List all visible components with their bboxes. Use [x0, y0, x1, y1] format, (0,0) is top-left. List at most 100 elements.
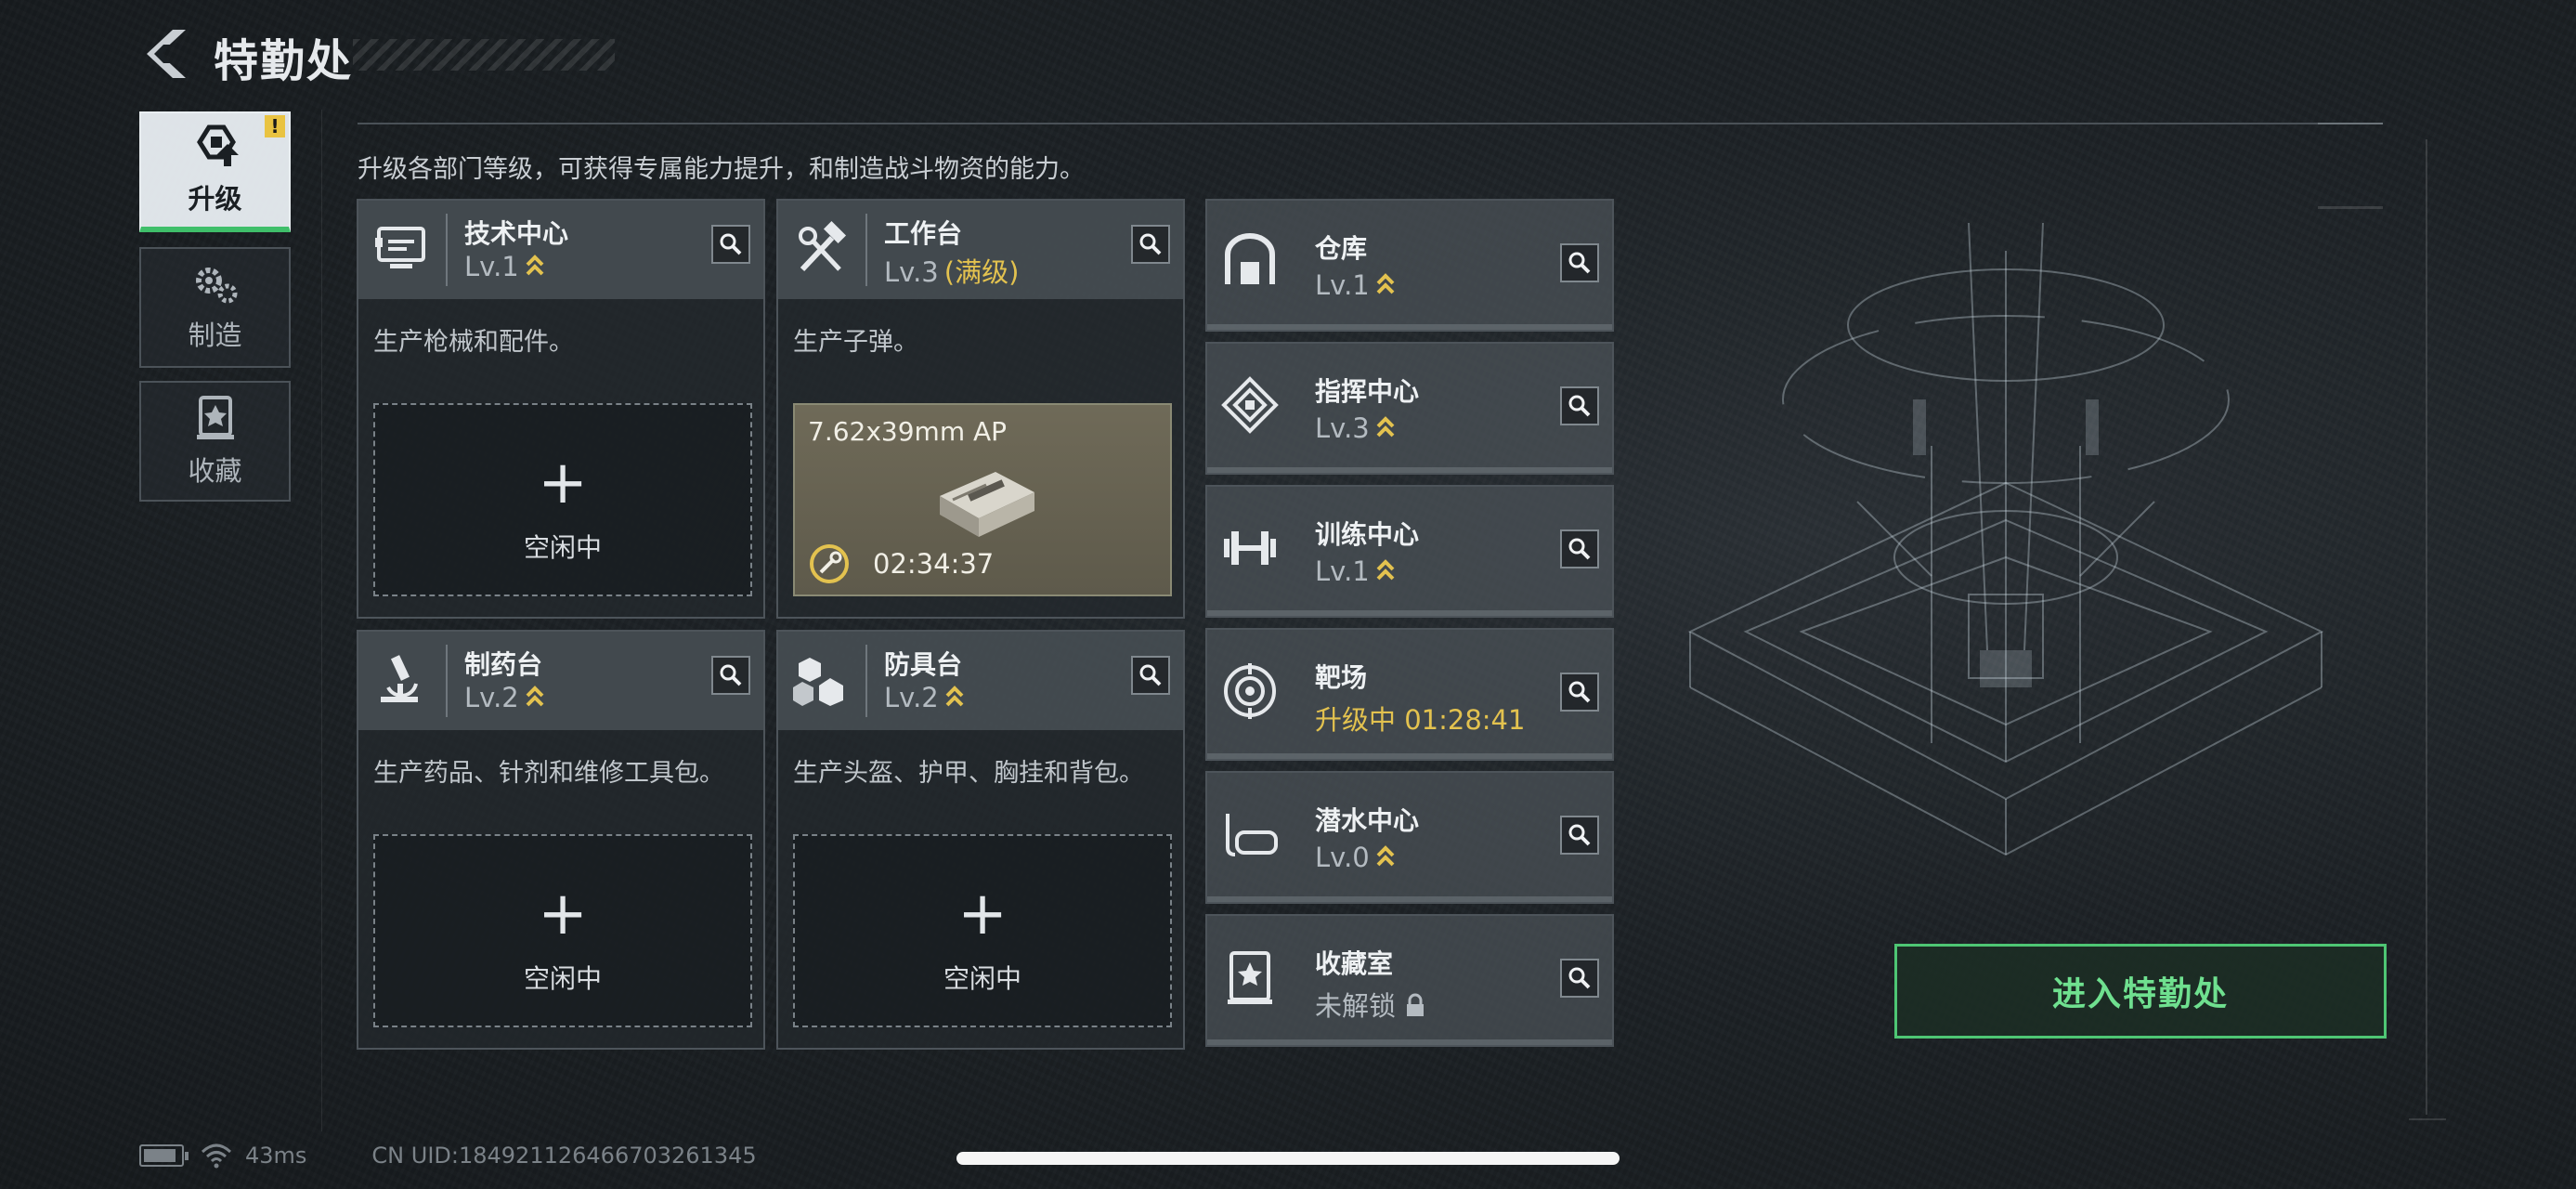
- production-slot-idle[interactable]: + 空闲中: [373, 403, 752, 596]
- slot-status: 空闲中: [523, 532, 602, 563]
- upgrade-chevron-icon: [526, 686, 544, 707]
- upgrade-chevron-icon: [1376, 416, 1395, 438]
- warehouse-icon: [1225, 233, 1275, 284]
- hammer-wrench-icon: [799, 220, 847, 272]
- inspect-button[interactable]: [1560, 816, 1599, 855]
- alert-badge: !: [265, 115, 285, 137]
- card-edge: [1207, 467, 1612, 473]
- inspect-button[interactable]: [1560, 529, 1599, 568]
- facility-card-shooting-range[interactable]: 靶场 升级中 01:28:41: [1205, 628, 1614, 761]
- production-slot-active[interactable]: 7.62x39mm AP 02:34:37: [793, 403, 1172, 596]
- plus-icon: +: [538, 880, 588, 948]
- search-icon: [1568, 967, 1591, 989]
- production-timer: 02:34:37: [873, 548, 995, 580]
- top-divider: [358, 123, 2352, 124]
- back-button[interactable]: [139, 26, 188, 82]
- card-header: 防具台 Lv.2: [778, 632, 1183, 730]
- facility-name: 仓库: [1315, 233, 1368, 264]
- inspect-button[interactable]: [711, 225, 750, 264]
- card-description: 生产子弹。: [793, 328, 918, 357]
- home-indicator[interactable]: [956, 1152, 1620, 1165]
- level-text: Lv.1: [464, 251, 519, 282]
- search-icon: [1568, 824, 1591, 846]
- level-text: Lv.0: [1315, 842, 1370, 873]
- header-separator: [865, 214, 867, 286]
- card-title: 防具台: [884, 649, 963, 680]
- facility-level: Lv.3: [1315, 412, 1396, 444]
- plus-icon: +: [538, 449, 588, 517]
- inspect-button[interactable]: [711, 656, 750, 695]
- card-title: 制药台: [464, 649, 543, 680]
- diving-mask-icon: [1226, 814, 1278, 856]
- intro-description: 升级各部门等级，可获得专属能力提升，和制造战斗物资的能力。: [358, 155, 1085, 184]
- facility-name: 靶场: [1315, 662, 1368, 693]
- facility-card-training-center[interactable]: 训练中心 Lv.1: [1205, 485, 1614, 618]
- wrench-timer-icon: [810, 544, 849, 583]
- facility-card-warehouse[interactable]: 仓库 Lv.1: [1205, 199, 1614, 332]
- command-center-icon: [1221, 376, 1279, 434]
- level-text: Lv.1: [1315, 555, 1370, 587]
- battery-icon: [139, 1144, 189, 1167]
- facility-name: 潜水中心: [1315, 805, 1420, 836]
- facility-name: 指挥中心: [1315, 376, 1420, 407]
- nav-tab-upgrade[interactable]: ! 升级: [139, 111, 291, 232]
- facility-card-collection-room[interactable]: 收藏室 未解锁: [1205, 914, 1614, 1047]
- collection-room-icon: [1228, 951, 1272, 1004]
- inspect-button[interactable]: [1131, 656, 1170, 695]
- card-level: Lv.1: [464, 251, 545, 282]
- facility-card-command-center[interactable]: 指挥中心 Lv.3: [1205, 342, 1614, 475]
- status-bar: 43ms CN UID:1849211264667032613​45: [139, 1139, 757, 1172]
- back-arrow-icon: [147, 30, 186, 78]
- facility-level: Lv.1: [1315, 555, 1396, 587]
- production-slot-idle[interactable]: + 空闲中: [373, 834, 752, 1027]
- upgrade-chevron-icon: [945, 686, 964, 707]
- cubes-icon: [793, 658, 843, 706]
- inspect-button[interactable]: [1560, 673, 1599, 712]
- search-icon: [1139, 664, 1162, 686]
- card-title: 工作台: [884, 218, 963, 249]
- card-level: Lv.3 (满级): [884, 251, 1019, 290]
- facility-card-diving-center[interactable]: 潜水中心 Lv.0: [1205, 771, 1614, 904]
- search-icon: [1568, 252, 1591, 274]
- card-header: 技术中心 Lv.1: [358, 201, 763, 299]
- right-edge-line: [2426, 139, 2427, 1115]
- level-text: Lv.2: [464, 682, 519, 713]
- plus-icon: +: [957, 880, 1008, 948]
- department-card-tech-center: 技术中心 Lv.1 生产枪械和配件。 + 空闲中: [357, 199, 765, 619]
- card-description: 生产枪械和配件。: [373, 328, 574, 357]
- facility-level: Lv.1: [1315, 269, 1396, 301]
- inspect-button[interactable]: [1131, 225, 1170, 264]
- enter-headquarters-button[interactable]: 进入特勤处: [1894, 944, 2387, 1039]
- card-edge: [1207, 896, 1612, 902]
- corner-decoration: [2318, 206, 2383, 209]
- card-description: 生产头盔、护甲、胸挂和背包。: [793, 759, 1144, 788]
- upgrade-chevron-icon: [1376, 845, 1395, 867]
- search-icon: [1568, 538, 1591, 560]
- card-edge: [1207, 1039, 1612, 1045]
- inspect-button[interactable]: [1560, 959, 1599, 998]
- facility-name: 训练中心: [1315, 519, 1420, 550]
- production-slot-idle[interactable]: + 空闲中: [793, 834, 1172, 1027]
- slot-status: 空闲中: [943, 963, 1021, 994]
- title-hatch-decoration: [353, 39, 615, 71]
- department-card-armor-bench: 防具台 Lv.2 生产头盔、护甲、胸挂和背包。 + 空闲中: [776, 630, 1185, 1050]
- nav-tab-craft[interactable]: 制造: [139, 247, 291, 368]
- nav-tab-collection[interactable]: 收藏: [139, 381, 291, 502]
- dumbbell-icon: [1224, 531, 1276, 565]
- level-text: Lv.2: [884, 682, 939, 713]
- user-uid: CN UID:1849211264667032613​45: [371, 1143, 757, 1169]
- header-separator: [446, 214, 448, 286]
- level-text: Lv.1: [1315, 269, 1370, 301]
- microscope-icon: [381, 655, 418, 702]
- inspect-button[interactable]: [1560, 386, 1599, 425]
- card-level: Lv.2: [464, 682, 545, 713]
- inspect-button[interactable]: [1560, 243, 1599, 282]
- search-icon: [720, 233, 742, 255]
- facility-lock-status: 未解锁: [1315, 985, 1425, 1024]
- top-divider-accent: [2318, 123, 2383, 124]
- card-header: 工作台 Lv.3 (满级): [778, 201, 1183, 299]
- enter-button-label: 进入特勤处: [2051, 975, 2229, 1013]
- header-separator: [446, 645, 448, 717]
- max-level-label: (满级): [943, 256, 1020, 288]
- card-description: 生产药品、针剂和维修工具包。: [373, 759, 724, 788]
